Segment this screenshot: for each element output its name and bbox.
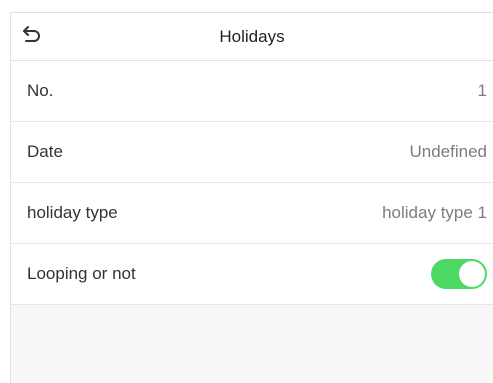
looping-toggle[interactable] [431, 259, 487, 289]
back-arrow-icon [22, 25, 42, 48]
holiday-type-value: holiday type 1 [382, 203, 487, 222]
holidays-screen: Holidays No. 1 Date Undefined holiday ty… [10, 12, 493, 383]
looping-label: Looping or not [27, 264, 136, 283]
page-title: Holidays [219, 26, 285, 46]
number-label: No. [27, 81, 54, 100]
date-label: Date [27, 142, 63, 161]
row-date[interactable]: Date Undefined [11, 122, 493, 183]
back-button[interactable] [19, 23, 45, 49]
toggle-knob [459, 261, 485, 287]
number-value: 1 [477, 81, 487, 100]
holiday-type-label: holiday type [27, 203, 118, 222]
date-value: Undefined [409, 142, 487, 161]
row-looping: Looping or not [11, 244, 493, 305]
row-number[interactable]: No. 1 [11, 61, 493, 122]
row-holiday-type[interactable]: holiday type holiday type 1 [11, 183, 493, 244]
header-bar: Holidays [11, 13, 493, 61]
